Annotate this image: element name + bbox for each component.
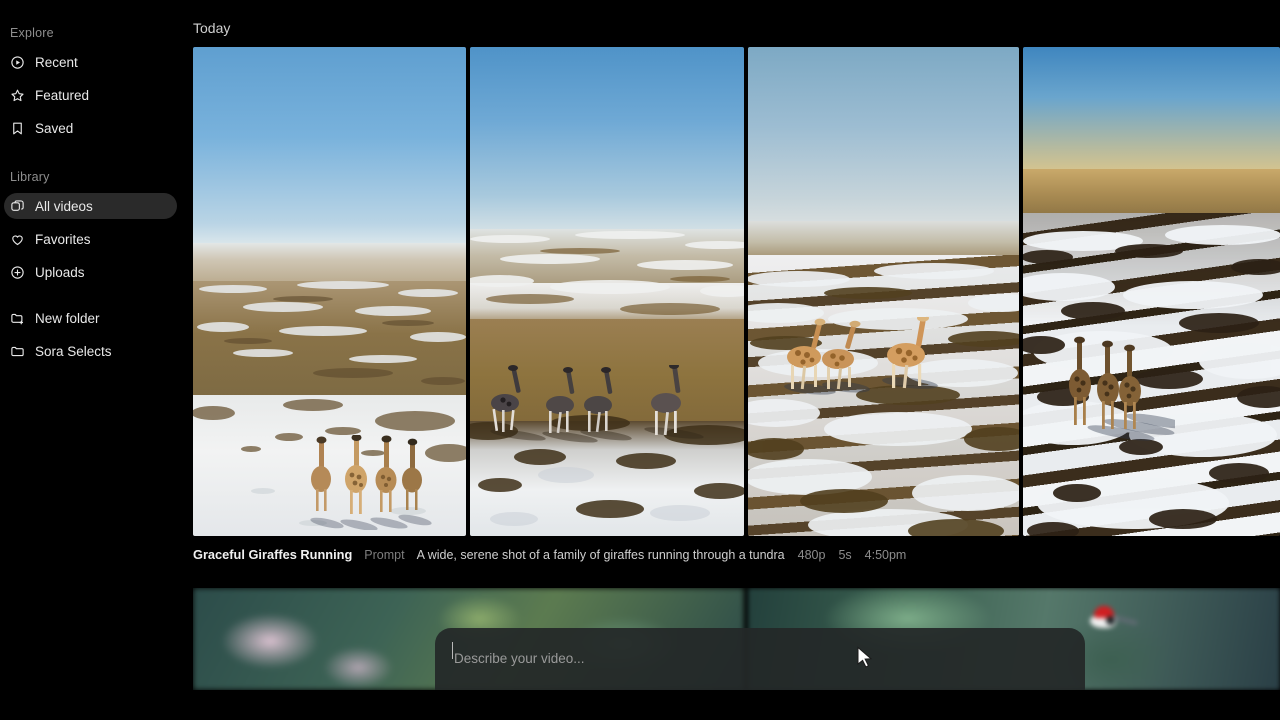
sidebar-item-featured[interactable]: Featured (4, 82, 177, 108)
video-clip-4[interactable] (1022, 47, 1280, 536)
video-clip-1[interactable] (193, 47, 466, 536)
sidebar-section-explore-label: Explore (10, 26, 54, 40)
prompt-input[interactable] (435, 639, 1085, 679)
bookmark-icon (10, 121, 25, 136)
sidebar: Explore Recent Featured Saved Library Al… (0, 0, 185, 690)
sidebar-item-saved[interactable]: Saved (4, 115, 177, 141)
sidebar-item-label: Favorites (35, 231, 91, 247)
video-clip-3[interactable] (747, 47, 1019, 536)
sky-layer (1022, 47, 1280, 173)
sidebar-item-label: All videos (35, 198, 93, 214)
golden-horizon-layer (1022, 169, 1280, 217)
sidebar-section-library-label: Library (10, 170, 50, 184)
sky-layer (747, 47, 1019, 225)
resolution-badge: 480p (797, 548, 826, 562)
bottom-letterbox (0, 690, 1280, 720)
heart-icon (10, 232, 25, 247)
sidebar-item-recent[interactable]: Recent (4, 49, 177, 75)
giraffe-group (310, 435, 432, 530)
folder-icon (10, 344, 25, 359)
sidebar-item-label: Saved (35, 120, 74, 136)
star-icon (10, 88, 25, 103)
prompt-text: A wide, serene shot of a family of giraf… (416, 548, 785, 562)
text-caret (452, 642, 453, 659)
video-clip-strip (193, 47, 1280, 536)
video-clip-2[interactable] (469, 47, 744, 536)
sidebar-item-new-folder[interactable]: New folder (4, 305, 177, 331)
timestamp: 4:50pm (864, 548, 907, 562)
sidebar-item-favorites[interactable]: Favorites (4, 226, 177, 252)
video-meta-row: Graceful Giraffes Running Prompt A wide,… (193, 547, 906, 562)
sidebar-item-all-videos[interactable]: All videos (4, 193, 177, 219)
plus-circle-icon (10, 265, 25, 280)
tundra-texture (197, 281, 466, 385)
stacked-squares-icon (10, 199, 25, 214)
sidebar-item-uploads[interactable]: Uploads (4, 259, 177, 285)
sky-layer (469, 47, 744, 233)
video-library-main: Today Graceful Giraffes Running Prompt A… (185, 0, 1280, 690)
mid-texture (469, 231, 744, 315)
folder-plus-icon (10, 311, 25, 326)
sky-layer (193, 47, 466, 247)
red-crowned-bird (1090, 606, 1139, 628)
giraffe-group (1068, 336, 1175, 441)
bird-beak (1113, 615, 1139, 626)
bird-eye (1106, 616, 1115, 625)
video-title: Graceful Giraffes Running (193, 547, 353, 562)
sidebar-item-label: New folder (35, 310, 100, 326)
prompt-label: Prompt (364, 548, 405, 562)
sidebar-item-sora-selects[interactable]: Sora Selects (4, 338, 177, 364)
sidebar-item-label: Featured (35, 87, 90, 103)
giraffe-group (490, 365, 704, 443)
sidebar-item-label: Recent (35, 54, 78, 70)
duration-badge: 5s (838, 548, 852, 562)
sidebar-item-label: Uploads (35, 264, 85, 280)
sora-library-app: Explore Recent Featured Saved Library Al… (0, 0, 1280, 720)
day-header: Today (193, 20, 231, 36)
giraffe-group (784, 317, 938, 395)
play-circle-icon (10, 55, 25, 70)
prompt-composer-bar[interactable] (435, 628, 1085, 690)
sidebar-item-label: Sora Selects (35, 343, 112, 359)
